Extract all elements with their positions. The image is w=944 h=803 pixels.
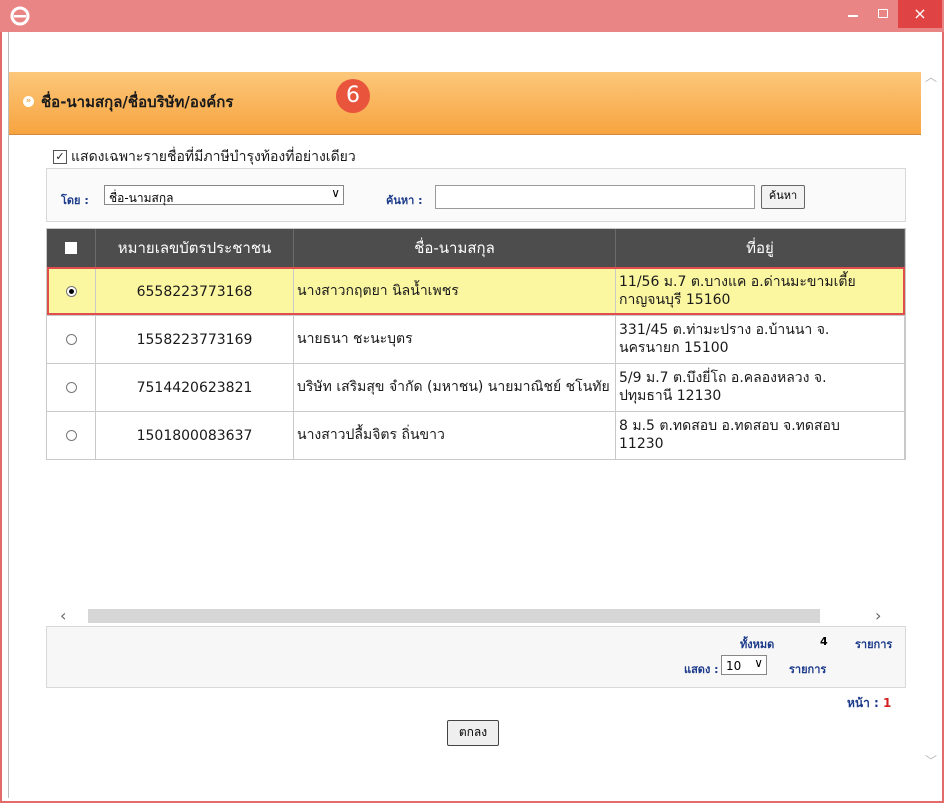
- table-row[interactable]: 1558223773169 นายธนา ชะนะบุตร 331/45 ต.ท…: [47, 315, 905, 363]
- id-cell: 6558223773168: [96, 268, 294, 315]
- page-size-select[interactable]: 10 ∨: [721, 655, 767, 675]
- dialog-content: » ชื่อ-นามสกุล/ชื่อบริษัท/องค์กร 6 ✓ แสด…: [8, 32, 921, 798]
- chevron-down-icon: ∨: [754, 656, 763, 670]
- address-cell: 5/9 ม.7 ต.บึงยี่โถ อ.คลองหลวง จ. ปทุมธาน…: [616, 364, 905, 411]
- row-select-cell[interactable]: [47, 268, 96, 315]
- radio-icon[interactable]: [65, 430, 77, 441]
- column-header-address[interactable]: ที่อยู่: [616, 229, 905, 267]
- search-input[interactable]: [435, 185, 755, 209]
- close-icon: ×: [913, 4, 927, 23]
- close-button[interactable]: ×: [898, 0, 942, 28]
- filter-option[interactable]: ✓ แสดงเฉพาะรายชื่อที่มีภาษีบำรุงท้องที่อ…: [53, 146, 356, 168]
- address-line-1: 5/9 ม.7 ต.บึงยี่โถ อ.คลองหลวง จ.: [619, 370, 827, 386]
- row-select-cell[interactable]: [47, 364, 96, 411]
- filter-checkbox[interactable]: ✓: [53, 150, 67, 164]
- vertical-scrollbar[interactable]: ︿ ﹀: [921, 32, 942, 798]
- filter-label: แสดงเฉพาะรายชื่อที่มีภาษีบำรุงท้องที่อย่…: [71, 149, 356, 165]
- minimize-button[interactable]: [838, 0, 868, 28]
- chevron-down-icon: ∨: [331, 186, 340, 200]
- bullet-arrow-icon: »: [23, 96, 34, 107]
- address-cell: 8 ม.5 ต.ทดสอบ อ.ทดสอบ จ.ทดสอบ 11230: [616, 412, 905, 459]
- row-select-cell[interactable]: [47, 316, 96, 363]
- table-row[interactable]: 7514420623821 บริษัท เสริมสุข จำกัด (มหา…: [47, 363, 905, 411]
- page-number[interactable]: 1: [883, 696, 891, 710]
- radio-icon[interactable]: [65, 334, 77, 345]
- address-line-1: 8 ม.5 ต.ทดสอบ อ.ทดสอบ จ.ทดสอบ: [619, 418, 840, 434]
- scroll-up-icon[interactable]: ︿: [924, 68, 938, 84]
- scroll-left-icon[interactable]: ‹: [60, 606, 66, 625]
- page-size-value: 10: [726, 659, 742, 673]
- search-label: ค้นหา :: [386, 194, 423, 207]
- step-badge: 6: [336, 79, 370, 113]
- search-by-value: ชื่อ-นามสกุล: [109, 191, 174, 205]
- id-cell: 1501800083637: [96, 412, 294, 459]
- id-cell: 7514420623821: [96, 364, 294, 411]
- name-cell: บริษัท เสริมสุข จำกัด (มหาชน) นายมาณิชย์…: [294, 364, 616, 411]
- scroll-thumb[interactable]: [88, 609, 820, 623]
- address-cell: 331/45 ต.ท่ามะปราง อ.บ้านนา จ. นครนายก 1…: [616, 316, 905, 363]
- page-indicator: หน้า : 1: [847, 694, 891, 713]
- total-label: ทั้งหมด: [740, 638, 775, 651]
- table-row[interactable]: 1501800083637 นางสาวปลื้มจิตร ถิ่นขาว 8 …: [47, 411, 905, 459]
- horizontal-scrollbar[interactable]: ‹ ›: [46, 606, 904, 626]
- minimize-icon: [848, 15, 858, 17]
- address-line-2: ปทุมธานี 12130: [619, 388, 722, 404]
- search-button[interactable]: ค้นหา: [761, 185, 805, 209]
- total-unit: รายการ: [855, 638, 893, 651]
- radio-icon[interactable]: [65, 286, 77, 297]
- address-line-1: 331/45 ต.ท่ามะปราง อ.บ้านนา จ.: [619, 322, 830, 338]
- section-header: » ชื่อ-นามสกุล/ชื่อบริษัท/องค์กร 6: [9, 72, 921, 135]
- scroll-down-icon[interactable]: ﹀: [924, 752, 938, 768]
- search-by-label: โดย :: [61, 194, 89, 207]
- address-line-2: กาญจนบุรี 15160: [619, 292, 731, 308]
- section-title: ชื่อ-นามสกุล/ชื่อบริษัท/องค์กร: [41, 93, 234, 111]
- address-line-2: นครนายก 15100: [619, 340, 729, 356]
- maximize-button[interactable]: [868, 0, 898, 28]
- ok-button[interactable]: ตกลง: [447, 720, 499, 746]
- address-line-2: 11230: [619, 436, 664, 452]
- column-header-id[interactable]: หมายเลขบัตรประชาชน: [96, 229, 294, 267]
- name-cell: นางสาวกฤตยา นิลน้ำเพชร: [294, 268, 616, 315]
- page-size-unit: รายการ: [789, 663, 827, 676]
- search-by-select[interactable]: ชื่อ-นามสกุล ∨: [104, 185, 344, 205]
- results-table: หมายเลขบัตรประชาชน ชื่อ-นามสกุล ที่อยู่ …: [46, 228, 906, 460]
- total-count: 4: [820, 635, 828, 648]
- address-line-1: 11/56 ม.7 ต.บางแค อ.ด่านมะขามเตี้ย: [619, 274, 856, 290]
- pagination-panel: ทั้งหมด 4 รายการ แสดง : 10 ∨ รายการ: [46, 626, 906, 688]
- page-size-label: แสดง :: [684, 663, 719, 676]
- page-label: หน้า :: [847, 696, 879, 710]
- table-row[interactable]: 6558223773168 นางสาวกฤตยา นิลน้ำเพชร 11/…: [47, 267, 905, 315]
- search-panel: โดย : ชื่อ-นามสกุล ∨ ค้นหา : ค้นหา: [46, 168, 906, 222]
- select-all-checkbox[interactable]: [65, 242, 77, 254]
- column-header-name[interactable]: ชื่อ-นามสกุล: [294, 229, 616, 267]
- id-cell: 1558223773169: [96, 316, 294, 363]
- title-bar: ×: [0, 0, 944, 32]
- header-select-cell: [47, 229, 96, 267]
- maximize-icon: [878, 9, 888, 18]
- scroll-right-icon[interactable]: ›: [875, 606, 881, 625]
- table-header: หมายเลขบัตรประชาชน ชื่อ-นามสกุล ที่อยู่: [47, 229, 905, 267]
- address-cell: 11/56 ม.7 ต.บางแค อ.ด่านมะขามเตี้ย กาญจน…: [616, 268, 905, 315]
- ie-logo-icon: [10, 6, 30, 26]
- row-select-cell[interactable]: [47, 412, 96, 459]
- name-cell: นางสาวปลื้มจิตร ถิ่นขาว: [294, 412, 616, 459]
- radio-icon[interactable]: [65, 382, 77, 393]
- name-cell: นายธนา ชะนะบุตร: [294, 316, 616, 363]
